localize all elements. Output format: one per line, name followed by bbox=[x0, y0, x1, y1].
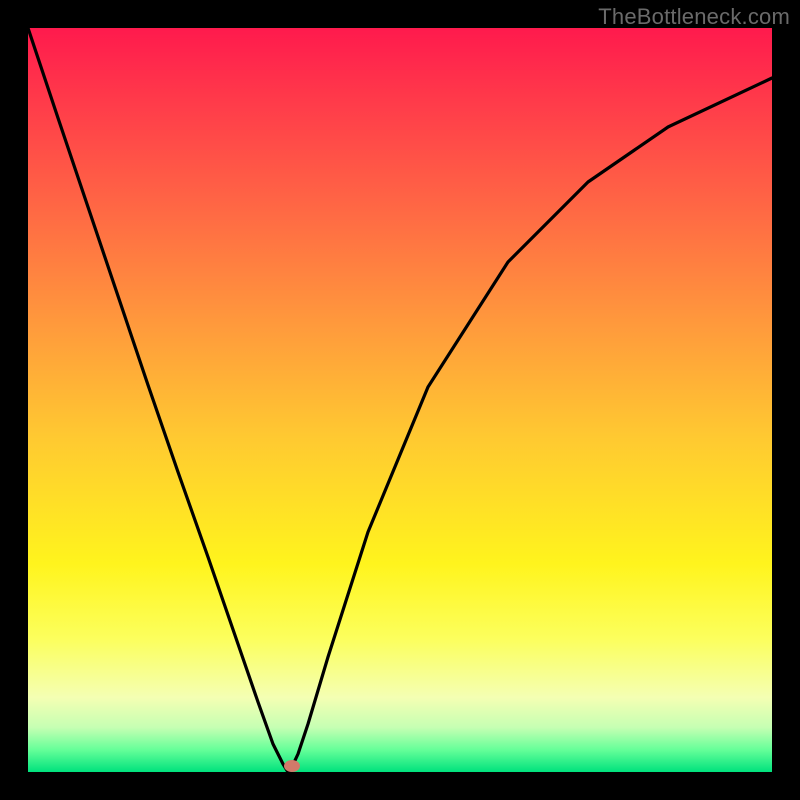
curve-path bbox=[28, 28, 772, 772]
watermark-text: TheBottleneck.com bbox=[598, 4, 790, 30]
bottleneck-curve bbox=[28, 28, 772, 772]
optimal-point-marker bbox=[284, 760, 300, 772]
